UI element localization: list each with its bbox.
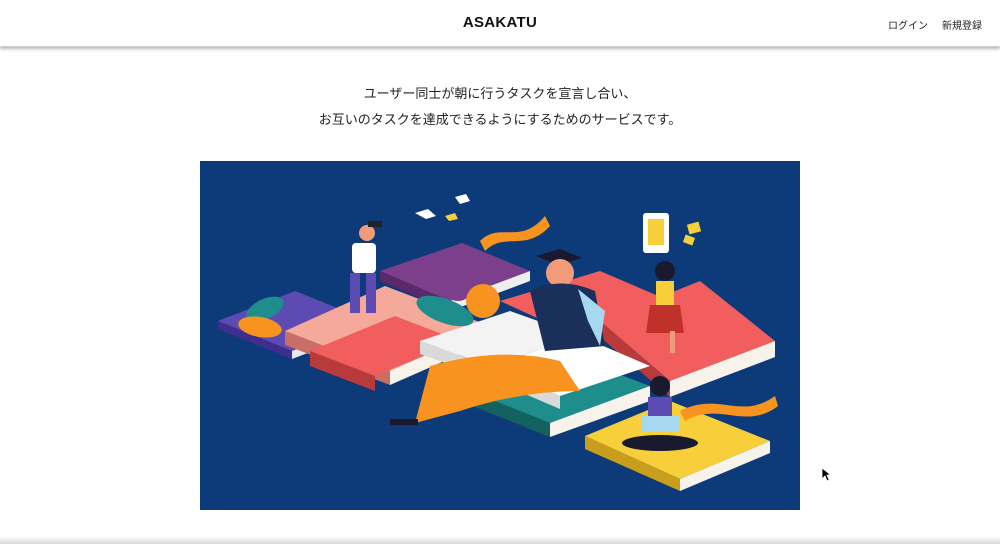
- tablet-and-papers: [643, 213, 702, 253]
- intro-line-2: お互いのタスクを達成できるようにするためのサービスです。: [318, 113, 682, 128]
- bottom-shadow: [0, 536, 1000, 544]
- header-nav: ログイン 新規登録: [888, 17, 982, 32]
- books-and-readers-illustration: [218, 194, 778, 491]
- hero-illustration: [200, 161, 800, 510]
- intro-text: ユーザー同士が朝に行うタスクを宣言し合い、 お互いのタスクを達成できるようにする…: [0, 82, 1000, 134]
- mouse-cursor-icon: [822, 468, 832, 482]
- login-link[interactable]: ログイン: [888, 17, 928, 32]
- site-header: ASAKATU ログイン 新規登録: [0, 0, 1000, 47]
- ribbon-top: [480, 216, 550, 251]
- intro-line-1: ユーザー同士が朝に行うタスクを宣言し合い、: [363, 87, 637, 102]
- birds: [415, 194, 470, 221]
- brand-logo[interactable]: ASAKATU: [0, 14, 1000, 31]
- signup-link[interactable]: 新規登録: [942, 17, 982, 32]
